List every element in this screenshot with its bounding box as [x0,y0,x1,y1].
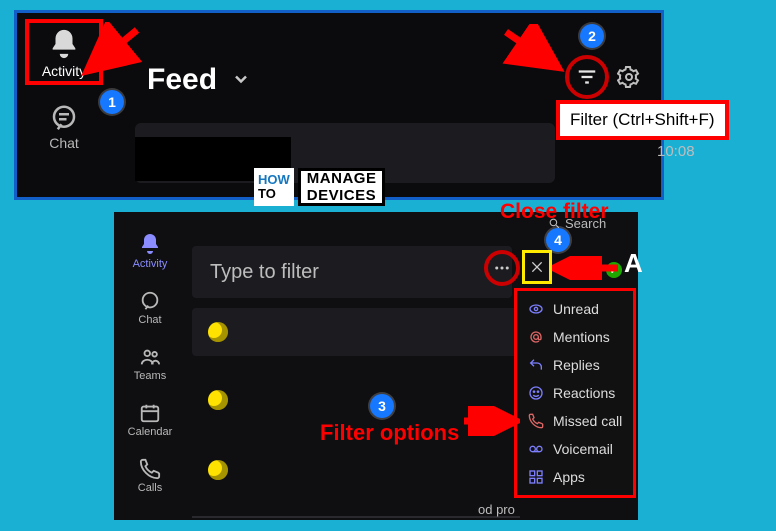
feed-time: 10:08 [657,143,695,160]
rail2-activity-label: Activity [118,258,182,270]
filter-label: Mentions [553,329,610,345]
rail2-chat-label: Chat [118,314,182,326]
at-icon [527,329,545,345]
filter-unread[interactable]: Unread [517,295,633,323]
step-badge-2: 2 [580,24,604,48]
feed-header[interactable]: Feed [147,63,251,97]
rail2-activity[interactable]: Activity [118,232,182,270]
settings-button[interactable] [617,65,641,94]
rail2-calls[interactable]: Calls [118,458,182,494]
reply-icon [527,357,545,373]
chat-icon [118,290,182,312]
htmd-logo: HOW TO MANAGEDEVICES [254,168,385,206]
filter-icon [576,66,598,88]
phone-icon [118,458,182,480]
logo-devices: DEVICES [307,187,376,204]
filter-replies[interactable]: Replies [517,351,633,379]
step-badge-4: 4 [546,228,570,252]
more-icon [493,259,511,277]
rail-chat-label: Chat [25,135,103,151]
feed-item[interactable] [192,308,522,356]
voicemail-icon [527,441,545,457]
rail-chat[interactable]: Chat [25,103,103,151]
rail2-teams-label: Teams [118,370,182,382]
bell-icon [31,27,97,61]
rail-activity-label: Activity [31,63,97,79]
eye-icon [527,301,545,317]
filter-apps[interactable]: Apps [517,463,633,491]
filter-label: Voicemail [553,441,613,457]
filter-label: Missed call [553,413,622,429]
left-rail-top: Activity Chat [25,19,103,169]
rail-activity[interactable]: Activity [25,19,103,85]
chat-icon [25,103,103,133]
apps-icon [527,469,545,485]
left-rail-bottom: Activity Chat Teams Calendar Calls [118,232,182,514]
presence-badge: ✓ [606,262,622,278]
filter-label: Unread [553,301,599,317]
logo-how: HOW [258,173,290,187]
filter-voicemail[interactable]: Voicemail [517,435,633,463]
filter-missed-call[interactable]: Missed call [517,407,633,435]
status-dot-icon [208,390,228,410]
rail2-teams[interactable]: Teams [118,346,182,382]
rail2-calendar[interactable]: Calendar [118,402,182,438]
filter-mentions[interactable]: Mentions [517,323,633,351]
rail2-calendar-label: Calendar [118,426,182,438]
close-filter-button[interactable] [522,250,552,284]
logo-to: TO [258,187,290,201]
filter-label: Apps [553,469,585,485]
divider [192,516,520,518]
missed-call-icon [527,413,545,429]
rail2-calls-label: Calls [118,482,182,494]
bell-icon [118,232,182,256]
chevron-down-icon [231,63,251,97]
filter-input[interactable]: Type to filter [192,246,512,298]
calendar-icon [118,402,182,424]
filter-tooltip: Filter (Ctrl+Shift+F) [556,100,729,140]
step-badge-3: 3 [370,394,394,418]
filter-input-placeholder: Type to filter [210,261,319,284]
smile-icon [527,385,545,401]
annotation-filter-options: Filter options [320,420,459,446]
logo-manage: MANAGE [307,170,377,187]
filter-label: Replies [553,357,600,373]
filter-label: Reactions [553,385,615,401]
status-dot-icon [208,460,228,480]
teams-icon [118,346,182,368]
rail2-chat[interactable]: Chat [118,290,182,326]
feed-title: Feed [147,63,217,97]
step-badge-1: 1 [100,90,124,114]
filter-button[interactable] [565,55,609,99]
gear-icon [617,65,641,89]
close-icon [529,259,545,275]
more-options-button[interactable] [484,250,520,286]
avatar-letter: A [624,248,643,279]
truncated-text: od pro [478,502,515,517]
status-dot-icon [208,322,228,342]
filter-reactions[interactable]: Reactions [517,379,633,407]
filter-menu: Unread Mentions Replies Reactions Missed… [514,288,636,498]
annotation-close-filter: Close filter [500,200,609,224]
